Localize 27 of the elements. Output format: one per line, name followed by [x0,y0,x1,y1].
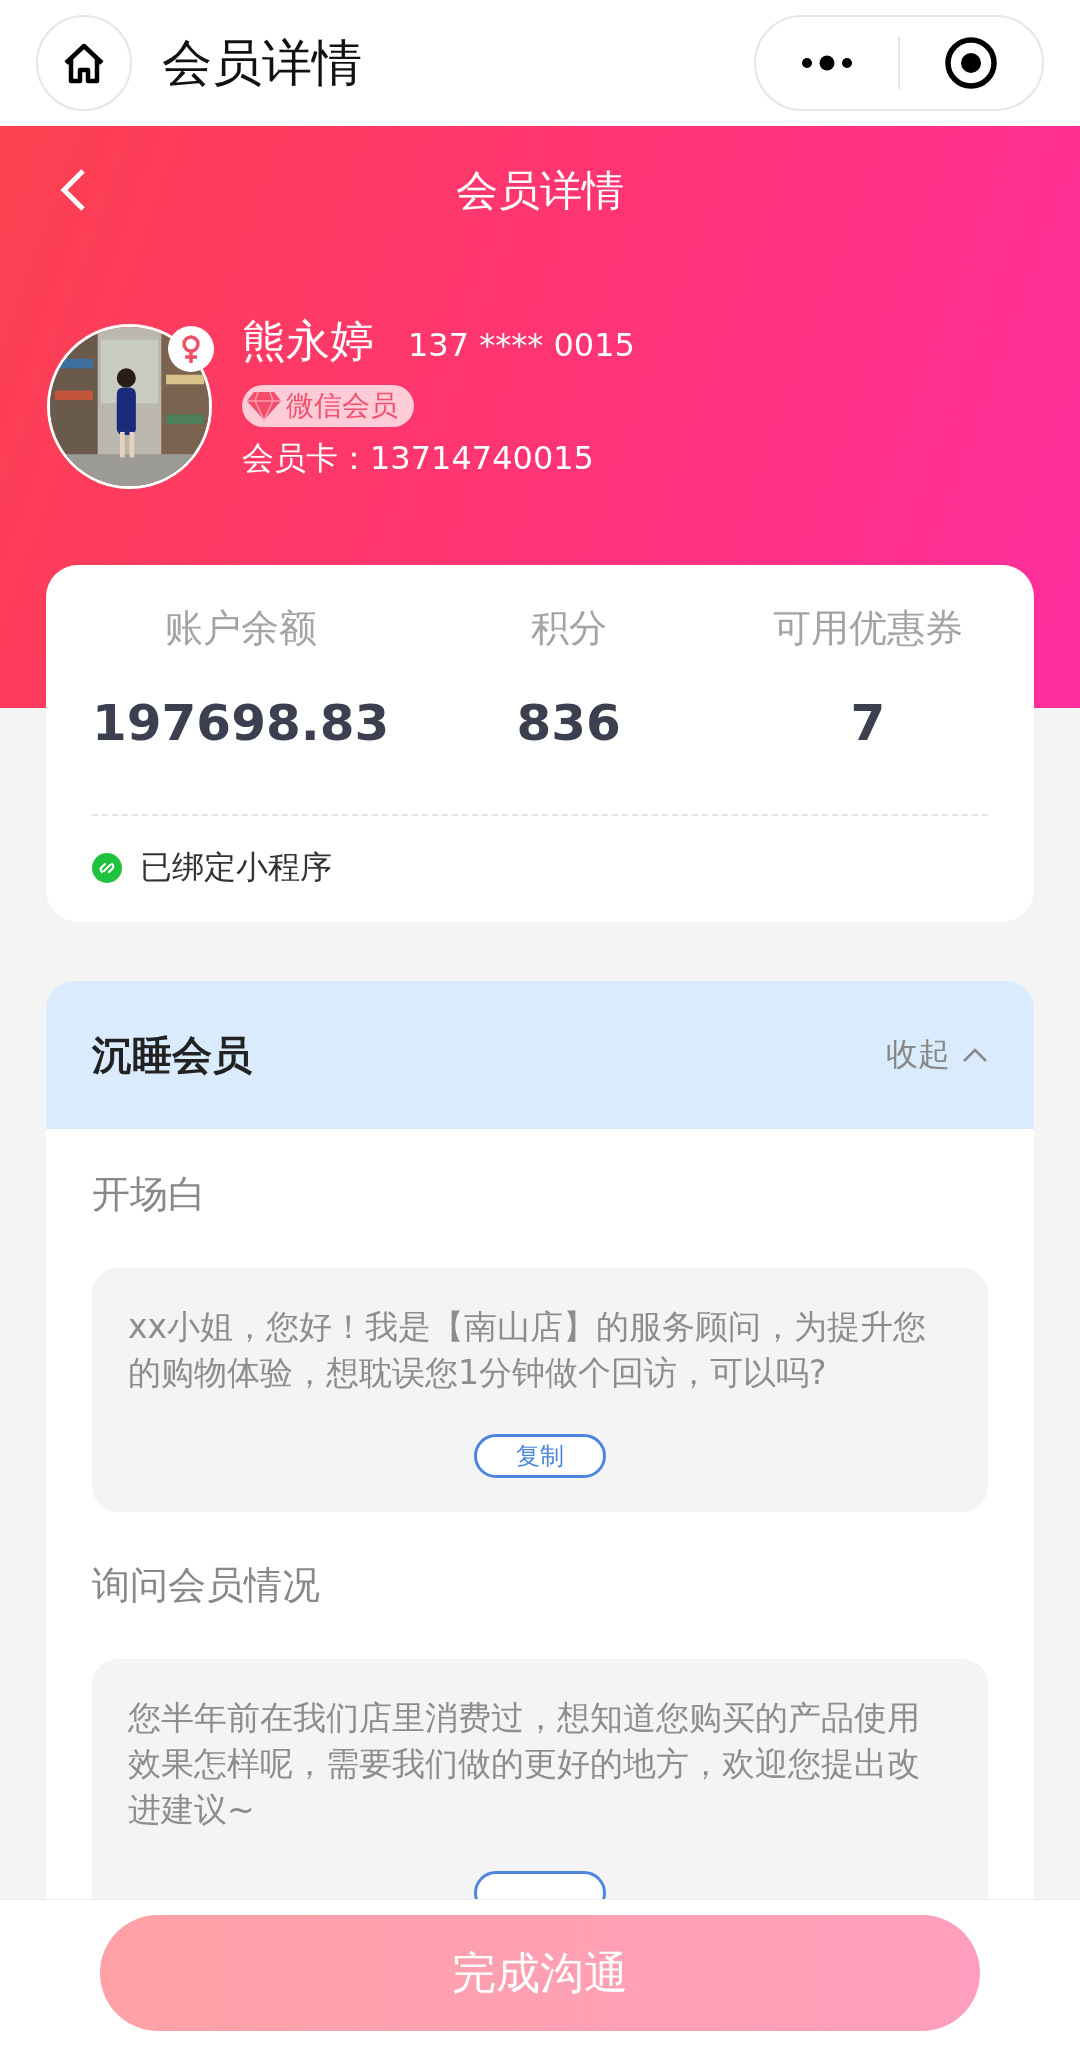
script-heading: 询问会员情况 [92,1562,321,1609]
script-heading: 开场白 [92,1171,207,1218]
stat-label: 积分 [530,605,607,652]
header-title: 会员详情 [456,165,624,217]
card-number: 会员卡：13714740015 [242,438,595,479]
stat-label: 可用优惠券 [773,605,963,652]
stat-label: 账户余额 [164,605,317,652]
finish-button[interactable]: 完成沟通 [100,1915,980,2031]
section-title: 沉睡会员 [92,1030,253,1080]
back-icon [58,166,88,213]
member-badge: 微信会员 [242,385,414,427]
target-icon [943,35,999,91]
script-text: 您半年前在我们店里消费过，想知道您购买的产品使用效果怎样呢，需要我们做的更好的地方，欢迎您提出改进建议~ [128,1697,921,1831]
chevron-icon [962,1047,988,1063]
binding-status: 已绑定小程序 [140,847,332,888]
copy-button[interactable]: 复制 [474,1434,606,1478]
stat-value: 836 [516,694,621,752]
page-title: 会员详情 [162,32,363,94]
member-name: 熊永婷 [242,314,374,368]
stat-value: 7 [850,694,886,752]
phone-number: 137 **** 0015 [408,326,635,364]
more-icon [799,55,855,71]
script-text: xx小姐，您好！我是【南山店】的服务顾问，为提升您的购物体验，想耽误您1分钟做个回访，可以吗? [128,1306,928,1394]
stat-value: 197698.83 [92,694,390,752]
link-icon [92,853,122,883]
diamond-icon [246,390,282,422]
collapse-toggle[interactable]: 收起 [886,1033,988,1077]
